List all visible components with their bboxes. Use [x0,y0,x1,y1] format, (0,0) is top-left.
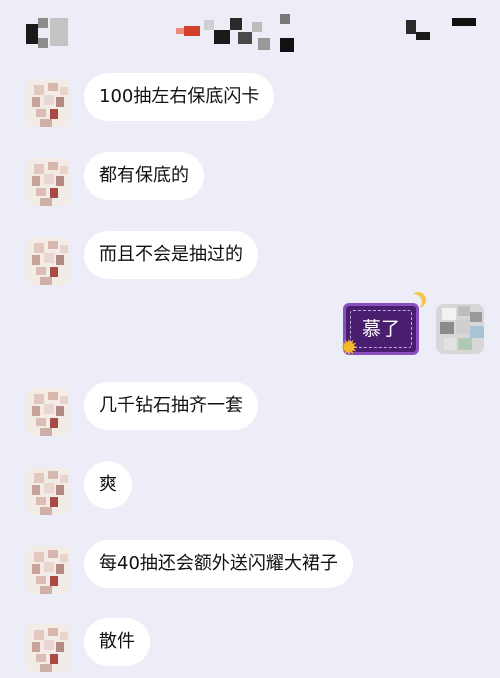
more-icon[interactable] [450,16,478,30]
message-row: 都有保底的 [0,152,500,212]
message-text: 慕了 [361,318,400,340]
my-message-bubble[interactable]: 慕了 ✹ [340,303,419,360]
chat-title [172,12,302,56]
message-bubble[interactable]: 100抽左右保底闪卡 [84,73,275,121]
contact-avatar[interactable] [26,237,70,285]
message-text: 100抽左右保底闪卡 [99,86,260,107]
contact-avatar[interactable] [26,467,70,515]
contact-avatar[interactable] [26,388,70,436]
message-text: 几千钻石抽齐一套 [99,395,243,416]
message-bubble[interactable]: 散件 [84,618,150,666]
call-icon[interactable] [404,18,432,44]
message-text: 每40抽还会额外送闪耀大裙子 [99,553,338,574]
sun-icon: ✹ [339,336,359,361]
message-text: 散件 [99,631,135,652]
message-bubble[interactable]: 都有保底的 [84,152,204,200]
message-row: 几千钻石抽齐一套 [0,382,500,442]
message-row: 每40抽还会额外送闪耀大裙子 [0,540,500,600]
contact-avatar[interactable] [26,624,70,672]
contact-avatar[interactable] [26,79,70,127]
message-text: 都有保底的 [99,165,189,186]
message-row: 爽 [0,461,500,521]
message-row: 散件 [0,618,500,678]
contact-avatar[interactable] [26,158,70,206]
message-bubble[interactable]: 而且不会是抽过的 [84,231,258,279]
message-text: 而且不会是抽过的 [99,244,243,265]
contact-avatar[interactable] [26,546,70,594]
message-row: 100抽左右保底闪卡 [0,73,500,133]
chat-header [0,0,500,62]
my-avatar[interactable] [436,304,484,354]
back-button[interactable] [22,14,74,52]
message-bubble[interactable]: 爽 [84,461,132,509]
message-row: 而且不会是抽过的 [0,231,500,291]
message-bubble[interactable]: 几千钻石抽齐一套 [84,382,258,430]
moon-icon [406,294,422,310]
message-text: 爽 [99,474,117,495]
message-bubble[interactable]: 每40抽还会额外送闪耀大裙子 [84,540,353,588]
